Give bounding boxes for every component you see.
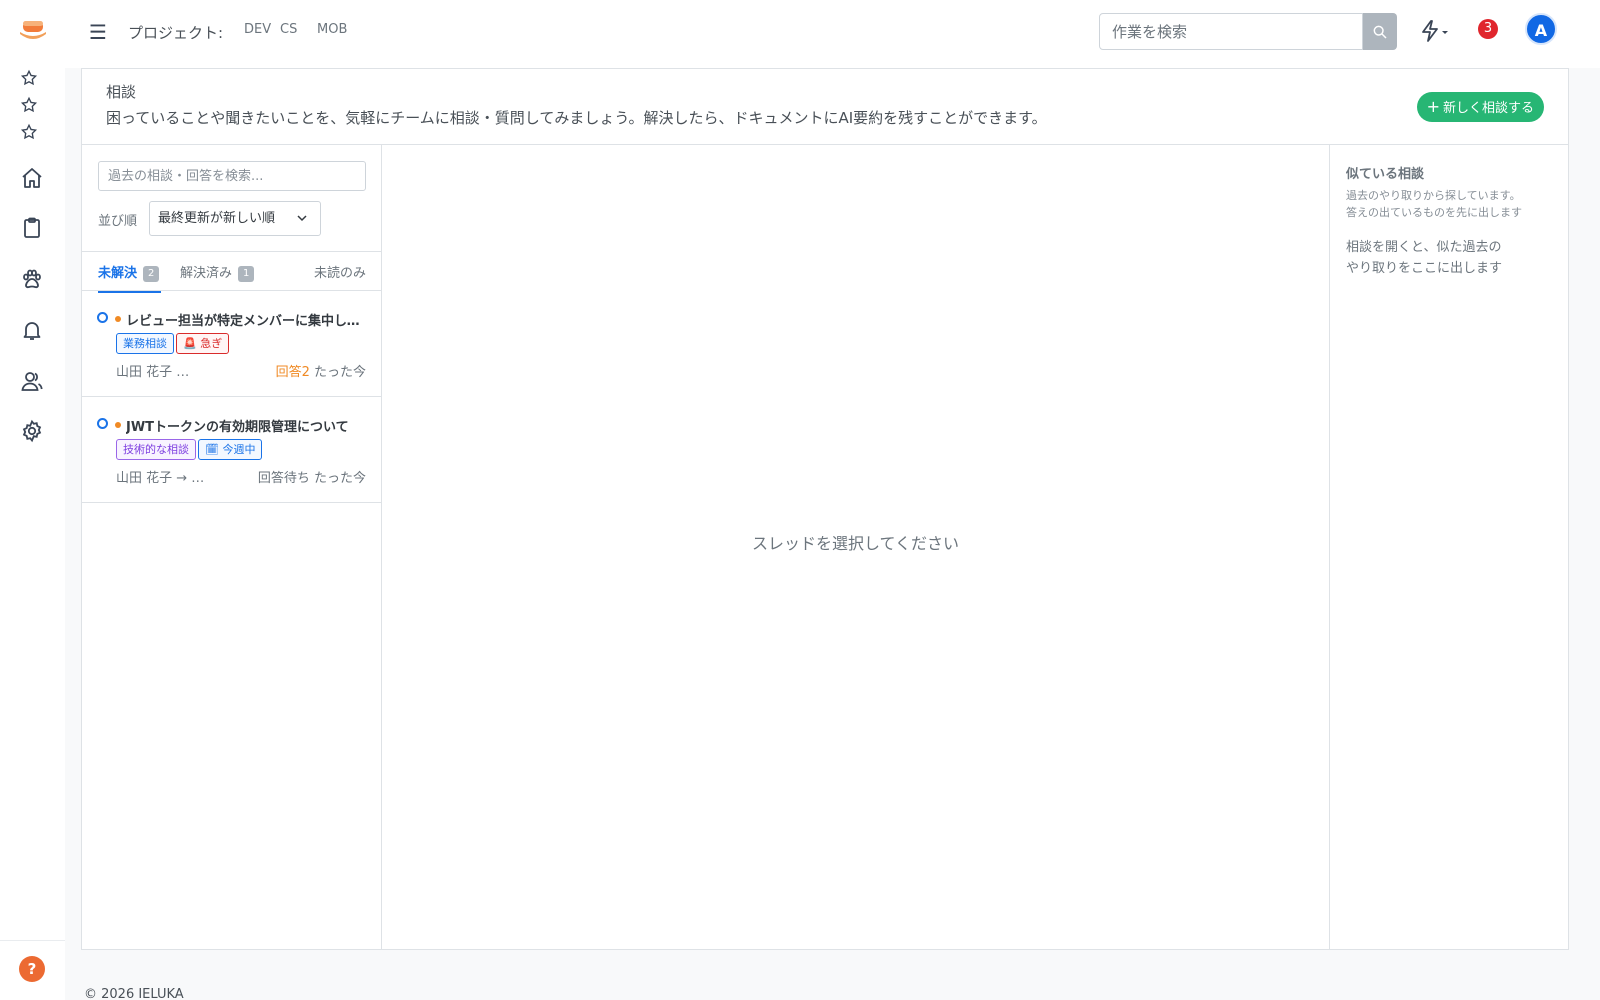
thread-title: レビュー担当が特定メンバーに集中している [126,314,366,329]
urgency-tag: 🚨 急ぎ [176,333,230,354]
tab-label: 未読のみ [313,266,366,281]
empty-state-message: スレッドを選択してください [751,534,960,553]
thread-meta: 回答待ち たった今 [258,467,366,486]
chevron-down-icon [297,215,307,222]
new-consultation-button[interactable]: + 新しく相談する [1416,92,1544,122]
tab-count-badge: 2 [143,265,160,282]
project-label: プロジェクト: [128,24,224,42]
thread-list-item[interactable]: JWTトークンの有効期限管理について 技術的な相談 🗓 今週中 山田 花子 → …… [82,398,381,503]
paw-icon[interactable] [20,267,44,291]
similar-hint-line: やり取りをここに出します [1346,261,1503,276]
home-icon[interactable] [20,166,44,190]
consultation-panel: 相談 困っていることや聞きたいことを、気軽にチームに相談・質問してみましょう。解… [81,68,1569,950]
left-rail: ? [0,0,65,1000]
page-description: 困っていることや聞きたいことを、気軽にチームに相談・質問してみましょう。解決した… [106,109,1047,127]
tab-unresolved[interactable]: 未解決 2 [98,262,162,292]
new-consultation-label: 新しく相談する [1442,101,1534,116]
rail-divider [0,940,65,941]
similar-hint: 相談を開くと、似た過去の やり取りをここに出します [1346,237,1502,279]
tab-unread-only[interactable]: 未読のみ [314,262,366,281]
tab-count-badge: 1 [238,265,255,282]
app-logo[interactable] [18,18,48,44]
deadline-tag: 🗓 今週中 [198,439,263,460]
clipboard-icon[interactable] [20,216,44,240]
thread-author: 山田 花子 → … [116,471,205,486]
thread-time: たった今 [313,471,366,486]
plus-icon: + [1426,97,1440,116]
thread-detail-pane: スレッドを選択してください [382,145,1330,949]
similar-subtitle-line: 過去のやり取りから探しています。 [1346,189,1521,202]
bell-icon[interactable] [20,318,44,342]
tab-label: 未解決 [98,266,138,281]
sort-label: 並び順 [98,214,138,229]
similar-consultations-pane: 似ている相談 過去のやり取りから探しています。 答えの出ているものを先に出します… [1330,145,1568,949]
page-header: 相談 困っていることや聞きたいことを、気軽にチームに相談・質問してみましょう。解… [82,69,1568,145]
search-button[interactable] [1363,13,1397,50]
answer-count: 回答2 [275,365,310,380]
sort-select-value: 最終更新が新しい順 [158,211,276,226]
project-link-mob[interactable]: MOB [317,22,347,37]
project-link-cs[interactable]: CS [280,22,297,37]
thread-list-item[interactable]: レビュー担当が特定メンバーに集中している 業務相談 🚨 急ぎ 山田 花子 … 回答… [82,292,381,397]
favorite-star-icon[interactable] [20,69,38,87]
sort-select[interactable]: 最終更新が新しい順 [149,201,321,236]
favorite-star-icon[interactable] [20,123,38,141]
unresolved-status-icon [97,312,108,323]
task-search-input[interactable] [1099,13,1363,50]
category-tag: 業務相談 [116,333,174,354]
favorite-star-icon[interactable] [20,96,38,114]
similar-title: 似ている相談 [1346,167,1425,182]
tab-label: 解決済み [180,266,233,281]
menu-icon[interactable]: ☰ [89,20,107,44]
quick-action-bolt-icon[interactable] [1417,18,1453,44]
thread-title: JWTトークンの有効期限管理について [126,420,349,435]
thread-tabs: 未解決 2 解決済み 1 未読のみ [82,251,381,292]
project-link-dev[interactable]: DEV [244,22,271,37]
similar-subtitle-line: 答えの出ているものを先に出します [1346,206,1522,219]
user-avatar[interactable]: A [1525,13,1557,45]
thread-search-input[interactable] [98,161,366,191]
unresolved-status-icon [97,418,108,429]
thread-meta: 回答2 たった今 [276,361,366,380]
help-button[interactable]: ? [19,956,45,982]
page-title: 相談 [106,83,137,101]
similar-subtitle: 過去のやり取りから探しています。 答えの出ているものを先に出します [1346,187,1522,221]
unread-dot-icon [115,316,121,322]
users-icon[interactable] [20,369,44,393]
thread-author: 山田 花子 … [116,365,190,380]
similar-hint-line: 相談を開くと、似た過去の [1346,240,1502,255]
unread-dot-icon [115,422,121,428]
gear-icon[interactable] [20,419,44,443]
thread-time: たった今 [313,365,366,380]
tab-resolved[interactable]: 解決済み 1 [180,262,255,282]
search-icon [1373,25,1387,39]
footer-copyright: © 2026 IELUKA [84,987,184,1000]
thread-status: 回答待ち [257,471,310,486]
thread-list-column: 並び順 最終更新が新しい順 未解決 2 解決済み 1 未読のみ レビュー担当が特定メ… [82,145,382,949]
top-header: ☰ プロジェクト: DEV CS MOB 3 A [65,0,1600,68]
thread-tags: 技術的な相談 🗓 今週中 [116,439,264,460]
notification-count-badge[interactable]: 3 [1478,19,1498,39]
category-tag: 技術的な相談 [116,439,196,460]
thread-tags: 業務相談 🚨 急ぎ [116,333,231,354]
